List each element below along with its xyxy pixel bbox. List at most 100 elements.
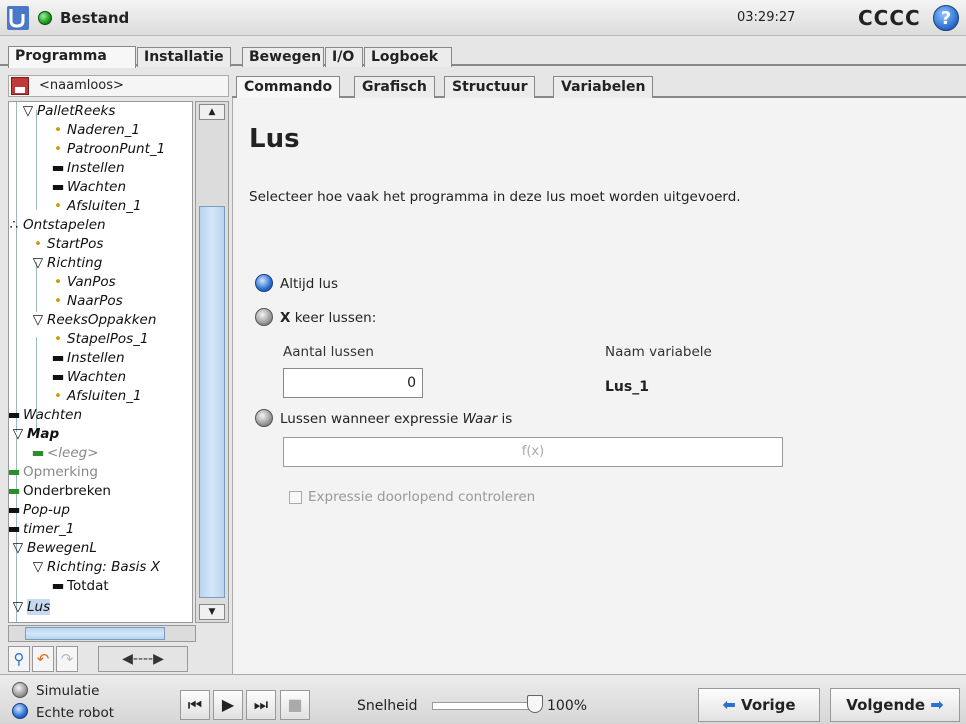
waypoint-icon: • <box>54 198 62 214</box>
scroll-up-icon[interactable]: ▲ <box>199 104 225 120</box>
tree-vertical-scrollbar[interactable]: ▲ ▼ <box>195 101 229 623</box>
command-icon: ▬ <box>8 502 21 518</box>
tree-node[interactable]: ▽ Map <box>11 425 59 444</box>
tree-node[interactable]: ▬ Wachten <box>51 178 126 197</box>
tree-node[interactable]: ▬ Instellen <box>51 349 125 368</box>
tree-node[interactable]: ▬ Wachten <box>51 368 126 387</box>
scroll-thumb[interactable] <box>199 206 225 598</box>
page-title: Lus <box>249 124 300 154</box>
tree-node[interactable]: ▽ ReeksOppakken <box>31 311 157 330</box>
variable-name-value: Lus_1 <box>605 379 649 395</box>
tree-node[interactable]: • StapelPos_1 <box>51 330 149 349</box>
tree-node[interactable]: • NaarPos <box>51 292 123 311</box>
tree-node[interactable]: • StartPos <box>31 235 103 254</box>
bottom-bar: Simulatie Echte robot ⏮ ▶ ⏭ ■ Snelheid 1… <box>0 674 966 724</box>
tree-node[interactable]: ▬ Totdat <box>51 577 109 596</box>
speed-value: 100% <box>547 698 588 714</box>
tree-node-selected[interactable]: ▽ Lus <box>11 598 51 617</box>
help-button[interactable]: ? <box>933 5 959 31</box>
scroll-thumb[interactable] <box>25 627 165 640</box>
tree-node[interactable]: • Afsluiten_1 <box>51 197 142 216</box>
radio-always-loop-label[interactable]: Altijd lus <box>280 276 338 292</box>
continuous-check-checkbox[interactable] <box>289 491 302 504</box>
waypoint-icon: • <box>54 331 62 347</box>
tree-node[interactable]: ▬ Onderbreken <box>8 482 111 501</box>
save-icon[interactable] <box>11 77 29 95</box>
tab-programma[interactable]: Programma <box>8 46 136 68</box>
tree-node[interactable]: • VanPos <box>51 273 116 292</box>
tree-node[interactable]: • Naderen_1 <box>51 121 140 140</box>
main-tabs: Programma Installatie Bewegen I/O Logboe… <box>0 38 966 68</box>
app-title[interactable]: Bestand <box>60 9 129 27</box>
command-panel: Lus Selecteer hoe vaak het programma in … <box>232 98 966 674</box>
waypoint-icon: • <box>54 388 62 404</box>
radio-real-robot[interactable] <box>12 703 28 719</box>
tree-node[interactable]: ▽ BewegenL <box>11 539 97 558</box>
tab-structuur[interactable]: Structuur <box>444 76 536 98</box>
loop-count-input[interactable]: 0 <box>283 368 423 398</box>
folder-triangle-icon: ▽ <box>32 312 44 328</box>
tree-node[interactable]: ▬ Pop-up <box>8 501 70 520</box>
search-icon[interactable]: ⚲ <box>8 646 30 672</box>
next-button[interactable]: Volgende ➡ <box>830 688 960 722</box>
tree-node[interactable]: ▽ PalletReeks <box>21 102 116 121</box>
undo-icon[interactable]: ↶ <box>32 646 54 672</box>
folder-triangle-icon: ▽ <box>22 103 34 119</box>
tab-variabelen[interactable]: Variabelen <box>553 76 654 98</box>
radio-expression-loop[interactable] <box>255 409 273 427</box>
radio-expression-loop-label[interactable]: Lussen wanneer expressie Waar is <box>280 411 512 427</box>
tab-bewegen[interactable]: Bewegen <box>242 47 324 67</box>
tree-node[interactable]: ▬ <leeg> <box>31 444 99 463</box>
speed-slider-handle[interactable] <box>527 695 543 713</box>
waypoint-icon: • <box>34 236 42 252</box>
program-tree[interactable]: ▽ PalletReeks • Naderen_1 • PatroonPunt_1 ▬… <box>8 101 193 623</box>
previous-button[interactable]: ⬅ Vorige <box>698 688 820 722</box>
command-icon: ▬ <box>8 483 21 499</box>
radio-times-loop-label[interactable]: X keer lussen: <box>280 310 376 326</box>
tree-node[interactable]: • PatroonPunt_1 <box>51 140 165 159</box>
command-icon: ▬ <box>8 407 21 423</box>
command-icon: ▬ <box>51 179 65 195</box>
step-forward-icon[interactable]: ⏭ <box>246 690 276 720</box>
tab-commando[interactable]: Commando <box>236 76 341 98</box>
waypoint-icon: • <box>54 141 62 157</box>
radio-times-loop[interactable] <box>255 308 273 326</box>
tree-node[interactable]: ▽ Richting <box>31 254 102 273</box>
file-bar[interactable]: <naamloos> <box>8 75 229 97</box>
tree-node[interactable]: ∴ Ontstapelen <box>9 216 106 235</box>
tab-grafisch[interactable]: Grafisch <box>354 76 435 98</box>
redo-icon[interactable]: ↷ <box>56 646 78 672</box>
radio-simulation[interactable] <box>12 682 28 698</box>
folder-triangle-icon: ▽ <box>12 426 24 442</box>
command-icon: ▬ <box>51 369 65 385</box>
tree-node[interactable]: ▬ timer_1 <box>9 520 74 539</box>
real-robot-label[interactable]: Echte robot <box>36 705 114 721</box>
continuous-check-label: Expressie doorlopend controleren <box>308 489 536 505</box>
tree-node[interactable]: ▬ Opmerking <box>8 463 98 482</box>
file-name: <naamloos> <box>39 78 124 93</box>
ur-logo-icon <box>7 6 29 30</box>
tab-logboek[interactable]: Logboek <box>364 47 452 67</box>
tab-installatie[interactable]: Installatie <box>137 47 231 67</box>
move-node-arrows[interactable]: ◀----▶ <box>98 646 188 672</box>
tree-node[interactable]: • Afsluiten_1 <box>51 387 142 406</box>
speed-slider[interactable] <box>432 702 532 710</box>
tree-node[interactable]: ▬ Wachten <box>8 406 82 425</box>
tree-node[interactable]: ▬ Instellen <box>51 159 125 178</box>
tree-horizontal-scrollbar[interactable] <box>8 625 196 642</box>
expression-input[interactable]: f(x) <box>283 437 783 467</box>
status-indicator-icon <box>38 11 52 25</box>
folder-triangle-icon: ▽ <box>32 559 44 575</box>
stop-icon[interactable]: ■ <box>280 690 310 720</box>
play-icon[interactable]: ▶ <box>213 690 243 720</box>
tab-io[interactable]: I/O <box>325 47 363 67</box>
command-icon: ▬ <box>8 464 21 480</box>
program-tree-panel: <naamloos> ▽ PalletReeks • Naderen_1 • Patr… <box>0 68 230 674</box>
radio-always-loop[interactable] <box>255 274 273 292</box>
scroll-down-icon[interactable]: ▼ <box>199 604 225 620</box>
folder-triangle-icon: ▽ <box>12 540 24 556</box>
simulation-label[interactable]: Simulatie <box>36 683 99 699</box>
tree-node[interactable]: ▽ Richting: Basis X <box>31 558 160 577</box>
tree-toolbar: ⚲ ↶ ↷ ◀----▶ <box>8 646 229 674</box>
skip-back-icon[interactable]: ⏮ <box>180 690 210 720</box>
